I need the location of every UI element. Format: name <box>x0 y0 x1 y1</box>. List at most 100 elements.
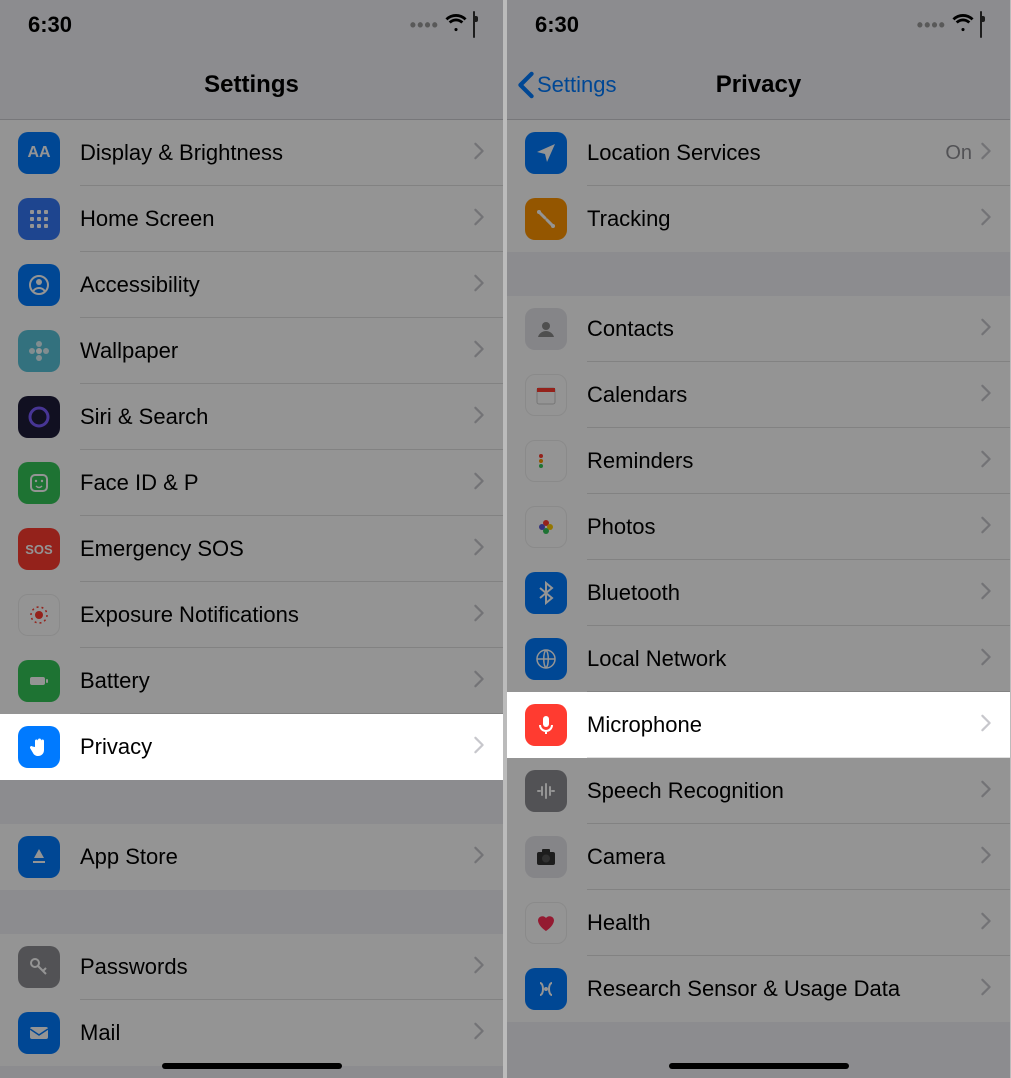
list-group: Contacts CalendarsRemindersPhotos Bluetoot… <box>507 296 1010 1022</box>
grid-icon <box>18 198 60 240</box>
chevron-right-icon <box>473 670 485 693</box>
bluetooth-icon <box>525 572 567 614</box>
page-title: Settings <box>204 71 299 99</box>
settings-row-faceid[interactable]: Face ID & P <box>0 450 503 516</box>
settings-row-appstore[interactable]: App Store <box>0 824 503 890</box>
settings-row-battery[interactable]: Battery <box>0 648 503 714</box>
contacts-icon <box>525 308 567 350</box>
tracking-icon <box>525 198 567 240</box>
chevron-right-icon <box>473 274 485 297</box>
reminders-icon <box>525 440 567 482</box>
row-label: Emergency SOS <box>80 536 473 562</box>
cell-dots-icon: •••• <box>917 15 946 36</box>
status-bar: 6:30 •••• <box>0 0 503 50</box>
settings-row-exposure[interactable]: Exposure Notifications <box>0 582 503 648</box>
settings-row-research[interactable]: Research Sensor & Usage Data <box>507 956 1010 1022</box>
chevron-right-icon <box>980 978 992 1001</box>
settings-row-localnet[interactable]: Local Network <box>507 626 1010 692</box>
chevron-right-icon <box>980 582 992 605</box>
row-label: Wallpaper <box>80 338 473 364</box>
row-label: Bluetooth <box>587 580 980 606</box>
row-label: App Store <box>80 844 473 870</box>
list-group: Location ServicesOn Tracking <box>507 120 1010 252</box>
settings-row-mail[interactable]: Mail <box>0 1000 503 1066</box>
chevron-right-icon <box>473 142 485 165</box>
back-button[interactable]: Settings <box>517 71 617 99</box>
settings-row-privacy[interactable]: Privacy <box>0 714 503 780</box>
camera-icon <box>525 836 567 878</box>
chevron-right-icon <box>473 604 485 627</box>
wifi-icon <box>952 11 974 39</box>
aa-icon: AA <box>18 132 60 174</box>
chevron-right-icon <box>980 648 992 671</box>
settings-row-siri[interactable]: Siri & Search <box>0 384 503 450</box>
row-label: Passwords <box>80 954 473 980</box>
settings-row-tracking[interactable]: Tracking <box>507 186 1010 252</box>
chevron-right-icon <box>473 846 485 869</box>
row-label: Contacts <box>587 316 980 342</box>
row-label: Speech Recognition <box>587 778 980 804</box>
settings-row-home[interactable]: Home Screen <box>0 186 503 252</box>
home-indicator[interactable] <box>669 1063 849 1069</box>
chevron-right-icon <box>473 956 485 979</box>
settings-row-location[interactable]: Location ServicesOn <box>507 120 1010 186</box>
settings-row-photos[interactable]: Photos <box>507 494 1010 560</box>
row-label: Microphone <box>587 712 980 738</box>
list-group: App Store <box>0 824 503 890</box>
settings-row-health[interactable]: Health <box>507 890 1010 956</box>
heart-icon <box>525 902 567 944</box>
row-label: Face ID & P <box>80 470 473 496</box>
location-icon <box>525 132 567 174</box>
list-group: AA Display & Brightness Home Screen Accessi… <box>0 120 503 780</box>
status-time: 6:30 <box>535 12 579 38</box>
wave-icon <box>525 770 567 812</box>
row-label: Mail <box>80 1020 473 1046</box>
chevron-right-icon <box>980 846 992 869</box>
key-icon <box>18 946 60 988</box>
settings-row-contacts[interactable]: Contacts <box>507 296 1010 362</box>
row-value: On <box>945 142 972 165</box>
exposure-icon <box>18 594 60 636</box>
chevron-right-icon <box>473 340 485 363</box>
row-label: Display & Brightness <box>80 140 473 166</box>
page-title: Privacy <box>716 71 801 99</box>
row-label: Accessibility <box>80 272 473 298</box>
settings-row-speech[interactable]: Speech Recognition <box>507 758 1010 824</box>
face-icon <box>18 462 60 504</box>
home-indicator[interactable] <box>162 1063 342 1069</box>
mail-icon <box>18 1012 60 1054</box>
privacy-list[interactable]: Location ServicesOn Tracking Contacts Calen… <box>507 120 1010 1022</box>
flower-icon <box>18 330 60 372</box>
settings-row-reminders[interactable]: Reminders <box>507 428 1010 494</box>
sensor-icon <box>525 968 567 1010</box>
chevron-right-icon <box>980 384 992 407</box>
settings-row-microphone[interactable]: Microphone <box>507 692 1010 758</box>
row-label: Location Services <box>587 140 945 166</box>
row-label: Battery <box>80 668 473 694</box>
list-group: Passwords Mail <box>0 934 503 1066</box>
settings-row-wallpaper[interactable]: Wallpaper <box>0 318 503 384</box>
row-label: Home Screen <box>80 206 473 232</box>
settings-row-display[interactable]: AA Display & Brightness <box>0 120 503 186</box>
chevron-right-icon <box>473 208 485 231</box>
battery-icon <box>980 12 982 38</box>
row-label: Privacy <box>80 734 473 760</box>
settings-row-passwords[interactable]: Passwords <box>0 934 503 1000</box>
settings-row-sos[interactable]: SOSEmergency SOS <box>0 516 503 582</box>
chevron-right-icon <box>473 1022 485 1045</box>
settings-screen: 6:30 •••• Settings AA Display & Brightnes… <box>0 0 503 1078</box>
row-label: Tracking <box>587 206 980 232</box>
cell-dots-icon: •••• <box>410 15 439 36</box>
globe-icon <box>525 638 567 680</box>
settings-row-bluetooth[interactable]: Bluetooth <box>507 560 1010 626</box>
settings-row-accessibility[interactable]: Accessibility <box>0 252 503 318</box>
appstore-icon <box>18 836 60 878</box>
settings-list[interactable]: AA Display & Brightness Home Screen Accessi… <box>0 120 503 1066</box>
status-bar: 6:30 •••• <box>507 0 1010 50</box>
settings-row-calendars[interactable]: Calendars <box>507 362 1010 428</box>
chevron-right-icon <box>980 450 992 473</box>
mic-icon <box>525 704 567 746</box>
settings-row-camera[interactable]: Camera <box>507 824 1010 890</box>
battery-icon <box>18 660 60 702</box>
calendar-icon <box>525 374 567 416</box>
